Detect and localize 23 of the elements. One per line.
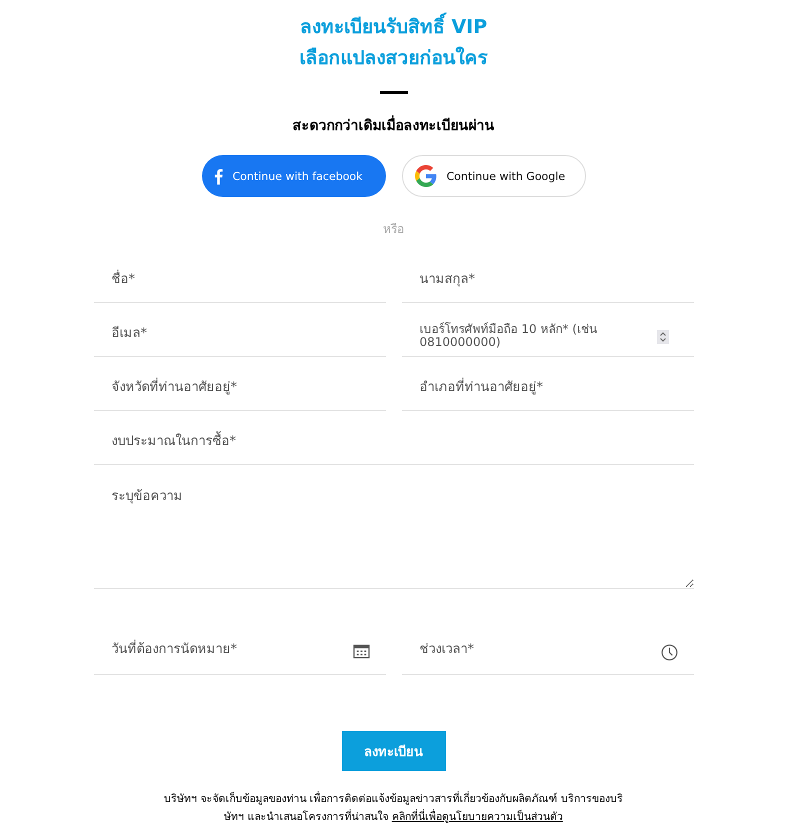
input-field[interactable]: อำเภอที่ท่านอาศัยอยู่* [402,357,694,411]
privacy-notice: บริษัทฯ จะจัดเก็บข้อมูลของท่าน เพื่อการติดต่อแจ้งข้อมูลข่าวสารที่เกี่ยวข้องกับผลิตภัณฑ์ บริการของบริษัทฯ และนำเสนอโครงการที่น่าสนใจ คลิกที่นี่เพื่อดูนโยบายความเป็นส่วนตัว [162,790,624,825]
subtitle: สะดวกกว่าเดิมเมื่อลงทะเบียนผ่าน [292,114,494,136]
page-title: ลงทะเบียนรับสิทธิ์ VIP [300,12,488,43]
input-field[interactable]: จังหวัดที่ท่านอาศัยอยู่* [94,357,386,411]
input-field[interactable]: ช่วงเวลา* [402,617,694,675]
spinner-icon[interactable] [656,330,668,344]
google-button[interactable]: Continue with Google [402,155,586,197]
input-field[interactable]: เบอร์โทรศัพท์มือถือ 10 หลัก* (เช่น 0810000000) [402,303,694,357]
calendar-icon[interactable] [352,644,370,659]
separator-text: หรือ [383,221,404,238]
input-field[interactable]: งบประมาณในการซื้อ* [94,411,694,465]
page-title: เลือกแปลงสวยก่อนใคร [300,46,488,71]
clock-icon[interactable] [660,644,678,661]
input-field[interactable]: นามสกุล* [402,249,694,303]
message-field[interactable]: ระบุข้อความ [94,465,694,589]
facebook-icon [214,168,222,184]
input-field[interactable]: ชื่อ* [94,249,386,303]
privacy-link[interactable]: คลิกที่นี่เพื่อดูนโยบายความเป็นส่วนตัว [392,811,563,823]
input-field[interactable]: อีเมล* [94,303,386,357]
input-field[interactable]: วันที่ต้องการนัดหมาย* [94,617,386,675]
facebook-button[interactable]: Continue with facebook [202,155,386,197]
google-icon [414,165,436,187]
